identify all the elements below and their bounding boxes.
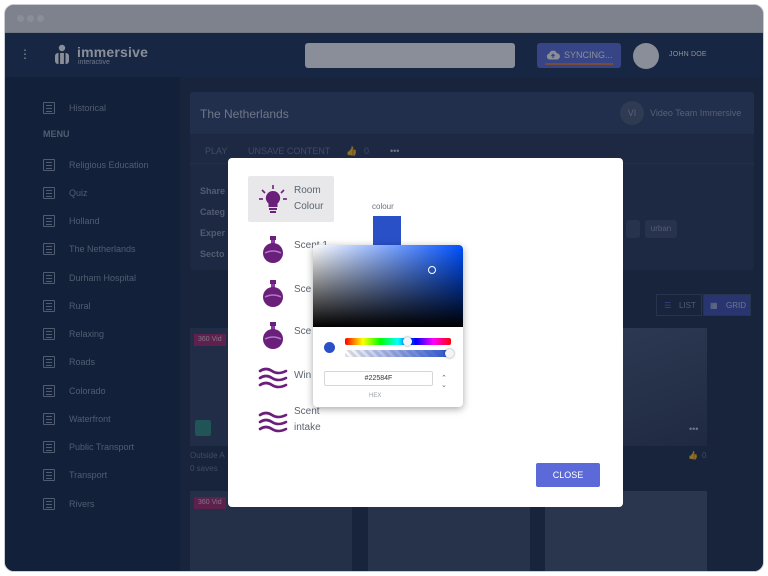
option-label: Room [294, 185, 321, 196]
perfume-icon [263, 322, 283, 349]
alpha-slider-thumb[interactable] [445, 349, 454, 358]
hex-input[interactable]: #22584F [324, 371, 433, 386]
close-button[interactable]: CLOSE [536, 463, 600, 487]
hue-slider[interactable] [345, 338, 451, 345]
option-room-colour[interactable]: Room Colour [248, 176, 334, 222]
option-label: Colour [294, 201, 324, 212]
saturation-area[interactable] [313, 245, 463, 327]
hue-slider-thumb[interactable] [403, 337, 412, 346]
perfume-icon [263, 280, 283, 307]
color-preview [324, 342, 335, 353]
option-label: Win [294, 370, 312, 381]
hex-label: HEX [369, 393, 382, 399]
option-label: intake [294, 422, 321, 433]
lightbulb-icon [259, 185, 287, 213]
alpha-slider[interactable] [345, 350, 451, 357]
saturation-cursor[interactable] [428, 266, 436, 274]
wind-icon [258, 411, 288, 433]
option-label: Sce [294, 284, 312, 295]
format-toggle-icon[interactable]: ⌃ ⌄ [441, 375, 447, 389]
option-label: Sce [294, 326, 312, 337]
wind-icon [258, 367, 288, 389]
browser-window: ⋮ immersive interactive SYNCING... JOHN … [4, 4, 764, 572]
perfume-icon [263, 236, 283, 263]
color-picker: #22584F ⌃ ⌄ HEX [313, 245, 463, 407]
colour-label: colour [372, 202, 394, 211]
